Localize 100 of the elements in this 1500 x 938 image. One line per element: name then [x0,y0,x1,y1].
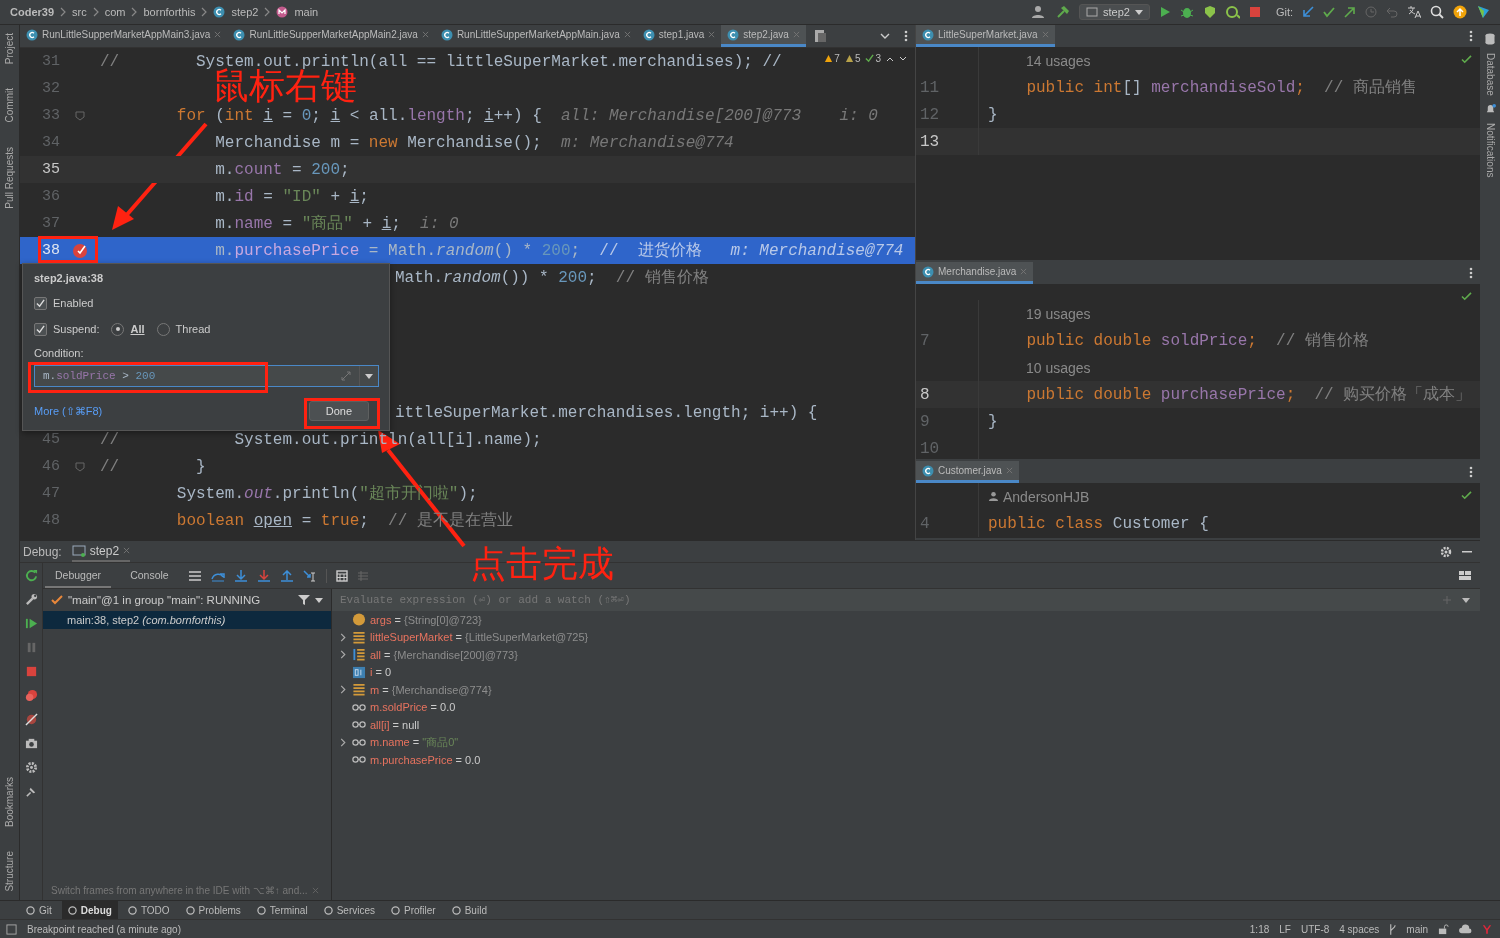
branch-icon[interactable] [1389,923,1397,935]
breadcrumb[interactable]: main [294,6,319,18]
rerun-icon[interactable] [24,569,38,582]
breakpoints-icon[interactable] [24,689,38,702]
push-arrow-icon[interactable] [1344,6,1356,18]
stop-icon[interactable] [24,665,38,678]
tool-window-tab[interactable]: Project [4,33,15,65]
user-icon[interactable] [1030,5,1047,19]
search-icon[interactable] [1430,5,1444,19]
caret-icon[interactable] [1134,9,1143,15]
breadcrumb[interactable]: bornforthis [143,6,196,18]
tool-window-tab[interactable]: Commit [4,88,15,123]
radio-label[interactable]: Thread [175,323,211,335]
tool-window-tab[interactable]: Structure [4,851,15,892]
usages-hint[interactable]: 14 usages [979,52,1091,69]
line-separator[interactable]: LF [1279,923,1291,935]
file-encoding[interactable]: UTF-8 [1300,923,1330,935]
editor-tab[interactable]: step1.java [658,29,705,40]
variable-entry[interactable]: m.purchasePrice = 0.0 [370,753,481,766]
variable-entry[interactable]: all = {Merchandise[200]@773} [370,648,518,661]
update-arrow-icon[interactable] [1302,6,1314,18]
editor-tab[interactable]: RunLittleSupperMarketAppMain3.java [42,29,211,40]
layout-icon[interactable] [1458,569,1472,582]
cloud-icon[interactable] [1459,923,1472,935]
breadcrumb[interactable]: src [72,6,87,18]
variable-entry[interactable]: all[i] = null [370,718,420,731]
mute-breakpoints-icon[interactable] [24,713,38,726]
pin-icon[interactable] [24,785,38,798]
caret-icon[interactable] [1462,597,1470,603]
checkbox[interactable] [34,322,47,336]
session-tab[interactable]: step2 [89,543,120,558]
bell-icon[interactable] [1484,103,1496,115]
plugin-icon[interactable] [1476,5,1490,19]
camera-icon[interactable] [24,737,38,750]
indent-setting[interactable]: 4 spaces [1339,923,1380,935]
editor-tab[interactable]: RunLittleSupperMarketAppMain2.java [249,29,418,40]
caret-icon[interactable] [315,597,323,603]
variable-entry[interactable]: m = {Merchandise@774} [370,683,492,696]
caret-icon[interactable] [365,373,373,379]
tool-icon[interactable] [185,905,195,915]
tool-window-tab[interactable]: Pull Requests [4,146,15,209]
breadcrumb[interactable]: step2 [231,6,259,18]
lock-icon[interactable] [1438,923,1449,935]
file-icon[interactable] [812,29,827,43]
database-icon[interactable] [1485,33,1495,45]
done-button[interactable]: Done [308,401,369,421]
checkmark-icon[interactable] [865,54,875,63]
run-to-cursor-icon[interactable] [302,569,317,582]
more-link[interactable]: More (⇧⌘F8) [34,404,103,418]
breakpoint-icon[interactable] [72,242,88,259]
variable-entry[interactable]: littleSuperMarket = {LittleSuperMarket@725} [370,631,589,644]
checkbox-label[interactable]: Enabled [53,297,94,309]
author-hint[interactable]: AndersonHJB [1003,488,1090,505]
tool-window-button[interactable]: Git [39,904,52,916]
tool-icon[interactable] [127,905,137,915]
menu-icon[interactable] [187,569,202,582]
panel-toggle-icon[interactable] [6,923,17,935]
thread-selector[interactable]: "main"@1 in group "main": RUNNING [68,594,261,606]
resume-icon[interactable] [24,617,38,630]
inspection-count[interactable]: 5 [854,53,861,64]
tool-icon[interactable] [451,905,461,915]
inspection-count[interactable]: 3 [875,53,881,64]
radio-label[interactable]: All [130,323,145,335]
stop-icon[interactable] [1248,6,1261,18]
variable-entry[interactable]: m.name = "商品0" [370,734,459,750]
tool-window-button[interactable]: Build [464,904,487,916]
tool-window-button[interactable]: TODO [140,904,170,916]
tool-window-tab[interactable]: Database [1484,53,1496,96]
wrench-icon[interactable] [24,593,38,606]
settings-icon[interactable] [24,761,38,774]
bug-icon[interactable] [1179,5,1194,19]
tool-window-button[interactable]: Profiler [404,904,436,916]
tool-window-button[interactable]: Terminal [269,904,308,916]
tool-window-tab[interactable]: Notifications [1484,122,1496,178]
checkmark-icon[interactable] [1323,6,1335,18]
tool-icon[interactable] [323,905,333,915]
run-icon[interactable] [1158,6,1171,18]
step-into-icon[interactable] [233,569,248,582]
editor-tab[interactable]: RunLittleSupperMarketAppMain.java [456,29,620,40]
shield-icon[interactable] [1202,5,1217,19]
breadcrumb[interactable]: Coder39 [10,6,55,18]
more-icon[interactable] [1469,466,1473,478]
variable-entry[interactable]: i = 0 [370,666,392,679]
more-icon[interactable] [904,30,908,42]
debugger-tab[interactable]: Debugger [45,563,112,588]
debugger-tab[interactable]: Console [120,563,179,588]
update-icon[interactable] [1453,5,1467,19]
step-out-icon[interactable] [279,569,294,582]
more-icon[interactable] [1469,30,1473,42]
inspection-count[interactable]: 7 [834,53,840,64]
force-step-into-icon[interactable] [256,569,271,582]
hammer-icon[interactable] [1055,5,1070,19]
stack-frame[interactable]: main:38, step2 (com.bornforthis) [43,611,331,629]
calculator-icon[interactable] [335,569,348,582]
tool-icon[interactable] [67,905,77,915]
minimize-icon[interactable] [1462,550,1472,553]
filter-icon[interactable] [298,594,310,606]
checkbox-label[interactable]: Suspend: [53,323,100,335]
breadcrumb[interactable]: com [104,6,126,18]
checkbox[interactable] [34,296,47,310]
